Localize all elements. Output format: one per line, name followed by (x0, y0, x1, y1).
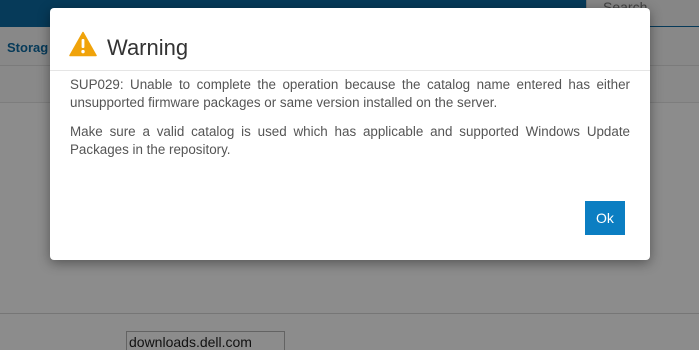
ok-button[interactable]: Ok (585, 201, 625, 235)
dialog-header: Warning (50, 8, 650, 71)
dialog-body: SUP029: Unable to complete the operation… (70, 76, 630, 170)
warning-triangle-icon (69, 31, 97, 57)
error-message: SUP029: Unable to complete the operation… (70, 77, 630, 110)
dialog-title: Warning (107, 35, 189, 60)
help-message: Make sure a valid catalog is used which … (70, 124, 630, 157)
page: Search Storag downloads.dell.com Warning… (0, 0, 699, 350)
warning-dialog: Warning SUP029: Unable to complete the o… (50, 8, 650, 260)
